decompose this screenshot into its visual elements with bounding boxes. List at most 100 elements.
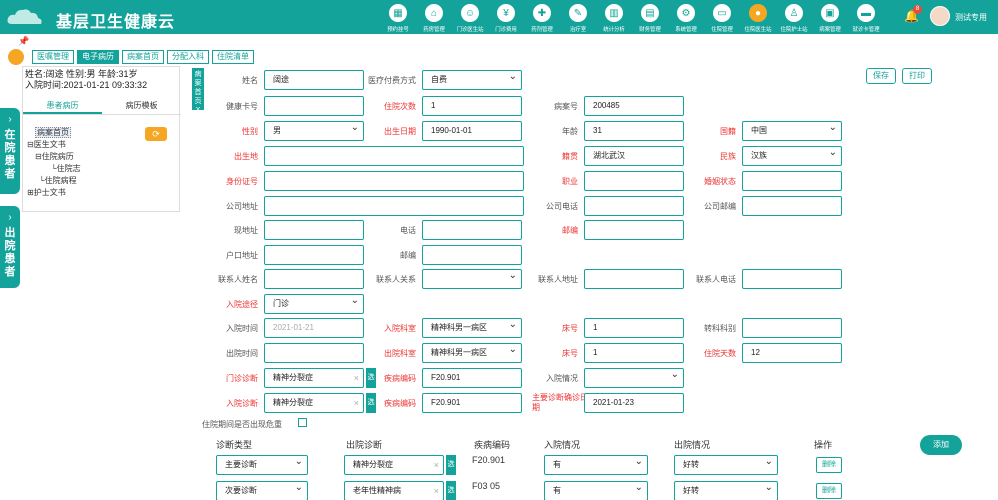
op-diag-field[interactable]: 精神分裂症 × [264, 368, 364, 388]
admit-condition-select[interactable]: 有 [544, 453, 648, 475]
route-select[interactable]: 门诊 [264, 292, 364, 314]
discharge-condition-select[interactable]: 好转 [674, 453, 778, 475]
tab-record-home[interactable]: 病案首页 [122, 50, 164, 64]
pin-icon[interactable]: 📌 [18, 36, 29, 47]
visits-field[interactable]: 1 [422, 96, 522, 116]
ethnic-select[interactable]: 汉族 [742, 144, 842, 166]
relation-select[interactable] [422, 267, 522, 289]
discharge-dept-label: 出院科室 [384, 349, 416, 358]
diagnosis-type-select[interactable]: 主要诊断 [216, 453, 308, 475]
tree-item[interactable]: └住院志 [27, 163, 81, 175]
post-field[interactable] [584, 220, 684, 240]
birth-field[interactable]: 1990-01-01 [422, 121, 522, 141]
nav-item[interactable]: ⚙ 系统管理 [668, 2, 704, 34]
print-button[interactable]: 打印 [902, 68, 932, 84]
pay-select[interactable]: 自费 [422, 68, 522, 90]
days-field[interactable]: 12 [742, 343, 842, 363]
discharge-condition-select[interactable]: 好转 [674, 479, 778, 500]
tree-item[interactable]: └住院病程 [27, 175, 81, 187]
id-field[interactable] [264, 171, 524, 191]
nav-label: 就诊卡管理 [852, 27, 880, 33]
nation-select[interactable]: 中国 [742, 119, 842, 141]
contact-phone-field[interactable] [742, 269, 842, 289]
add-diagnosis-button[interactable]: 添加 [920, 435, 962, 455]
cell-value: 有 [553, 460, 561, 469]
nav-item[interactable]: ♙ 住院护士站 [776, 2, 812, 34]
tab-orders[interactable]: 医嘱管理 [32, 50, 74, 64]
contact-addr-field[interactable] [584, 269, 684, 289]
bed-field[interactable]: 1 [584, 318, 684, 338]
marital-field[interactable] [742, 171, 842, 191]
company-field[interactable] [264, 196, 524, 216]
nav-item[interactable]: ¥ 门诊费用 [488, 2, 524, 34]
injection-icon: ✎ [569, 4, 587, 22]
discharge-dept-select[interactable]: 精神科男一病区 [422, 341, 522, 363]
critical-checkbox[interactable] [298, 418, 307, 427]
card-field[interactable] [264, 96, 364, 116]
phone-field[interactable] [422, 220, 522, 240]
transfer-field[interactable] [742, 318, 842, 338]
clear-icon[interactable]: × [434, 482, 439, 500]
admit-cond-select[interactable] [584, 366, 684, 388]
close-record-tab[interactable]: 病案首页 X [192, 68, 204, 114]
tab-assign-dept[interactable]: 分配入科 [167, 50, 209, 64]
bed2-label: 床号 [562, 349, 578, 358]
bed2-field[interactable]: 1 [584, 343, 684, 363]
nav-item[interactable]: ✎ 治疗室 [560, 2, 596, 34]
company-post-field[interactable] [742, 196, 842, 216]
tree-item[interactable]: 病案首页 [27, 127, 81, 139]
birthplace-field[interactable] [264, 146, 524, 166]
company-phone-field[interactable] [584, 196, 684, 216]
op-code-field[interactable]: F20.901 [422, 368, 522, 388]
tab-patient-records[interactable]: 患者病历 [23, 99, 102, 114]
post2-field[interactable] [422, 245, 522, 265]
in-code-field[interactable]: F20.901 [422, 393, 522, 413]
username[interactable]: 测试专用 [955, 12, 987, 23]
disease-code: F20.901 [472, 455, 506, 465]
nav-item[interactable]: ▤ 财务管理 [632, 2, 668, 34]
diagnosis-type-select[interactable]: 次要诊断 [216, 479, 308, 500]
admit-time-field[interactable]: 2021-01-21 [264, 318, 364, 338]
in-diag-field[interactable]: 精神分裂症 × [264, 393, 364, 413]
hukou-field[interactable] [264, 245, 364, 265]
nav-item[interactable]: ☺ 门诊医生站 [452, 2, 488, 34]
tree-item[interactable]: ⊟医生文书 [27, 139, 81, 151]
select-diagnosis-button[interactable]: 选 [446, 455, 456, 475]
admit-condition-select[interactable]: 有 [544, 479, 648, 500]
delete-diagnosis-button[interactable]: 删除 [816, 457, 842, 473]
tab-record-templates[interactable]: 病历模板 [102, 99, 181, 114]
nav-item[interactable]: ▣ 病案管理 [812, 2, 848, 34]
nav-item[interactable]: ▥ 统计分析 [596, 2, 632, 34]
avatar[interactable] [930, 6, 950, 26]
discharge-diagnosis-field[interactable]: 精神分裂症 × [344, 455, 444, 475]
tab-emr[interactable]: 电子病历 [77, 50, 119, 64]
contact-field[interactable] [264, 269, 364, 289]
nav-item[interactable]: ✚ 药剂管理 [524, 2, 560, 34]
tree-item[interactable]: ⊟住院病历 [27, 151, 81, 163]
sex-select[interactable]: 男 [264, 119, 364, 141]
tab-inpatient-list[interactable]: 住院清单 [212, 50, 254, 64]
nav-item[interactable]: ⌂ 药房管理 [416, 2, 452, 34]
save-button[interactable]: 保存 [866, 68, 896, 84]
delete-diagnosis-button[interactable]: 删除 [816, 483, 842, 499]
nav-item[interactable]: ▭ 住院管理 [704, 2, 740, 34]
native-field[interactable]: 湖北武汉 [584, 146, 684, 166]
nav-item[interactable]: ▬ 就诊卡管理 [848, 2, 884, 34]
addr-field[interactable] [264, 220, 364, 240]
nav-item[interactable]: ● 住院医生站 [740, 2, 776, 34]
job-field[interactable] [584, 171, 684, 191]
in-hospital-patients-tab[interactable]: › 在院患者 [0, 108, 20, 194]
discharged-patients-tab[interactable]: › 出院患者 [0, 206, 20, 288]
discharge-time-field[interactable] [264, 343, 364, 363]
name-field[interactable]: 阔途 [264, 70, 364, 90]
nav-item[interactable]: ▦ 预约挂号 [380, 2, 416, 34]
age-field[interactable]: 31 [584, 121, 684, 141]
record-field[interactable]: 200485 [584, 96, 684, 116]
confirm-field[interactable]: 2021-01-23 [584, 393, 684, 413]
tree-item[interactable]: ⊞护士文书 [27, 187, 81, 199]
discharge-diagnosis-field[interactable]: 老年性精神病 × [344, 481, 444, 500]
admit-dept-select[interactable]: 精神科男一病区 [422, 316, 522, 338]
refresh-icon[interactable]: ⟳ [145, 127, 167, 141]
select-diagnosis-button[interactable]: 选 [446, 481, 456, 500]
clear-icon[interactable]: × [434, 456, 439, 474]
